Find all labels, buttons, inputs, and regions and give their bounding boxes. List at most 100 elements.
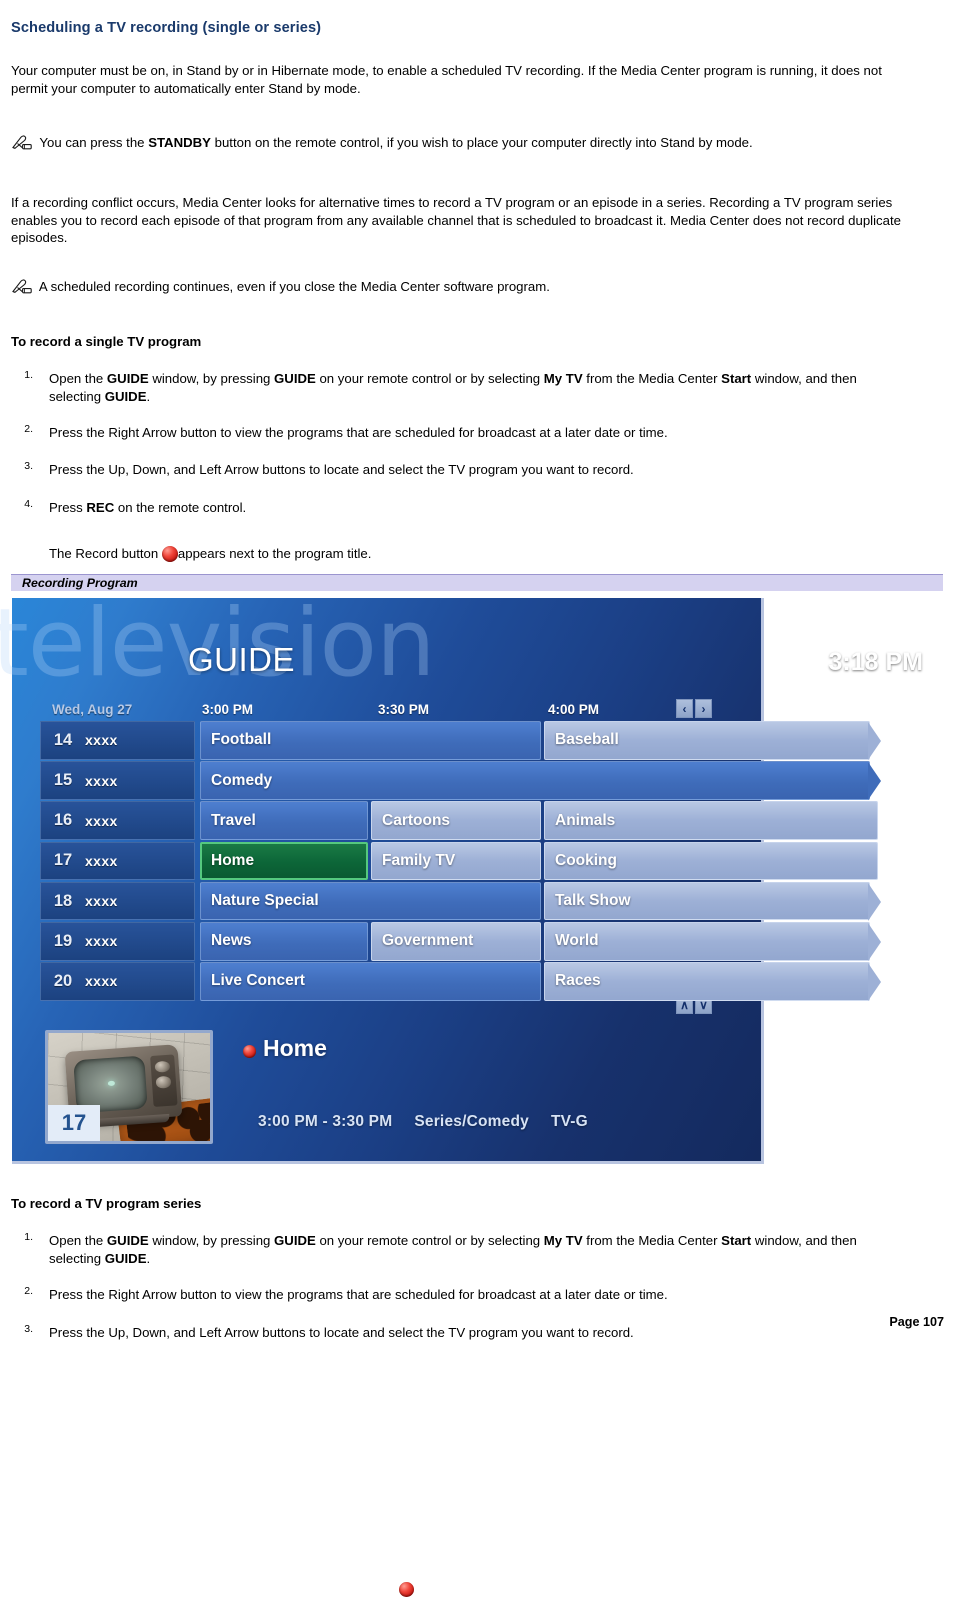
program-cell[interactable]: Animals xyxy=(544,801,878,841)
program-cell[interactable]: Cooking xyxy=(544,841,878,881)
record-dot-shape xyxy=(399,1581,414,1597)
record-dot-icon xyxy=(161,546,178,562)
guide-date-label: Wed, Aug 27 xyxy=(52,702,133,717)
guide-row: 17 xxxx Home Family TV Cooking xyxy=(40,841,878,1597)
record-button-note-before: The Record button xyxy=(49,546,162,561)
channel-cell[interactable]: 14 xxxx xyxy=(40,721,195,760)
chevron-right-icon[interactable]: › xyxy=(695,699,712,718)
channel-number: 16 xyxy=(53,811,73,830)
program-title: Races xyxy=(555,972,601,990)
figure-caption-bar: Recording Program xyxy=(11,574,943,591)
program-cell[interactable]: Talk Show xyxy=(544,881,881,921)
guide-row: 19 xxxx News Government World xyxy=(40,921,881,961)
channel-cell[interactable]: 15 xxxx xyxy=(40,761,195,800)
note-pencil-icon xyxy=(11,135,33,150)
note-2-text: A scheduled recording continues, even if… xyxy=(36,279,550,294)
list-item-text: Open the GUIDE window, by pressing GUIDE… xyxy=(49,371,857,404)
guide-time-label-1: 3:00 PM xyxy=(202,702,254,717)
tv-knob-icon xyxy=(156,1076,172,1089)
channel-callsign: xxxx xyxy=(85,732,118,749)
note-1-text-after: button on the remote control, if you wis… xyxy=(210,135,753,150)
program-title: Cartoons xyxy=(382,811,451,829)
program-title: World xyxy=(555,932,599,950)
program-genre: Series/Comedy xyxy=(414,1113,529,1130)
intro-paragraph-2: If a recording conflict occurs, Media Ce… xyxy=(11,195,901,245)
guide-page-nav: ‹ › xyxy=(676,699,712,718)
program-title: Animals xyxy=(555,811,616,829)
selected-program-title: Home xyxy=(243,1035,327,1062)
page-title: Scheduling a TV recording (single or ser… xyxy=(11,20,322,36)
list-item-number: 1. xyxy=(24,1231,33,1243)
program-title: Talk Show xyxy=(555,892,631,910)
record-button-note: The Record button appears next to the pr… xyxy=(49,545,929,563)
program-title: Government xyxy=(382,932,474,950)
list-item-text: Press the Up, Down, and Left Arrow butto… xyxy=(49,1325,634,1340)
list-item-number: 4. xyxy=(24,498,33,510)
program-cell[interactable]: Comedy xyxy=(200,761,881,800)
list-item-number: 1. xyxy=(24,369,33,381)
program-title: Travel xyxy=(211,811,256,829)
list-item-number: 3. xyxy=(24,460,33,472)
program-title: News xyxy=(211,932,252,950)
tv-control-panel xyxy=(150,1054,178,1107)
note-1-text-before: You can press the xyxy=(36,135,149,150)
program-time-range: 3:00 PM - 3:30 PM xyxy=(258,1113,393,1130)
channel-callsign: xxxx xyxy=(85,933,118,950)
page-number: Page 107 xyxy=(889,1315,944,1329)
program-title: Nature Special xyxy=(211,892,319,910)
record-dot-icon xyxy=(243,1045,256,1058)
guide-row: 20 xxxx Live Concert Races xyxy=(40,962,881,1001)
channel-cell[interactable]: 18 xxxx xyxy=(40,881,195,921)
note-1-bold: STANDBY xyxy=(148,135,211,150)
program-cell[interactable]: Government xyxy=(371,921,541,961)
note-1: You can press the STANDBY button on the … xyxy=(11,134,936,152)
list-item-number: 2. xyxy=(24,423,33,435)
program-cell[interactable]: Live Concert xyxy=(200,962,541,1001)
guide-row: 16 xxxx Travel Cartoons Animals xyxy=(40,801,878,841)
selected-program-meta: 3:00 PM - 3:30 PM Series/Comedy TV-G xyxy=(258,1113,610,1131)
list-item-text: Press the Up, Down, and Left Arrow butto… xyxy=(49,462,634,477)
channel-callsign: xxxx xyxy=(85,893,118,910)
guide-time-label-2: 3:30 PM xyxy=(378,702,430,717)
program-title: Live Concert xyxy=(211,972,305,990)
guide-row: 14 xxxx Football Baseball xyxy=(40,721,881,760)
channel-number: 14 xyxy=(53,730,73,749)
channel-cell[interactable]: 19 xxxx xyxy=(40,921,195,961)
figure-caption-text: Recording Program xyxy=(22,576,138,590)
program-title: Home xyxy=(211,851,255,869)
program-cell[interactable]: Football xyxy=(200,721,541,760)
section-heading-series: To record a TV program series xyxy=(11,1196,202,1211)
selected-program-title-text: Home xyxy=(263,1035,327,1061)
chevron-left-icon[interactable]: ‹ xyxy=(676,699,693,718)
guide-screen-title: GUIDE xyxy=(188,641,296,678)
program-cell[interactable]: Races xyxy=(544,962,881,1001)
document-page: Scheduling a TV recording (single or ser… xyxy=(0,0,954,1597)
channel-number: 15 xyxy=(53,771,73,790)
channel-cell[interactable]: 16 xxxx xyxy=(40,801,195,841)
program-cell[interactable]: Travel xyxy=(200,801,368,841)
program-cell[interactable]: World xyxy=(544,921,881,961)
program-title: Cooking xyxy=(555,851,617,869)
channel-cell[interactable]: 17 xxxx xyxy=(40,841,195,881)
guide-time-label-3: 4:00 PM xyxy=(548,702,600,717)
channel-cell[interactable]: 20 xxxx xyxy=(40,962,195,1001)
program-cell-selected[interactable]: Home xyxy=(200,841,414,1597)
channel-number: 20 xyxy=(53,971,73,990)
channel-callsign: xxxx xyxy=(85,852,118,869)
program-rating: TV-G xyxy=(550,1113,588,1130)
guide-row: 18 xxxx Nature Special Talk Show xyxy=(40,881,881,921)
channel-callsign: xxxx xyxy=(85,812,118,829)
section-heading-single: To record a single TV program xyxy=(11,334,202,349)
program-title: Family TV xyxy=(382,851,456,869)
program-cell[interactable]: News xyxy=(200,921,368,961)
program-cell[interactable]: Baseball xyxy=(544,721,881,760)
guide-row: 15 xxxx Comedy xyxy=(40,761,881,800)
guide-clock: 3:18 PM xyxy=(828,648,923,676)
program-cell[interactable]: Cartoons xyxy=(371,801,541,841)
program-cell[interactable]: Family TV xyxy=(371,841,541,881)
program-cell[interactable]: Nature Special xyxy=(200,881,541,921)
channel-number: 19 xyxy=(53,931,73,950)
note-2: A scheduled recording continues, even if… xyxy=(11,278,936,296)
program-title: Comedy xyxy=(211,771,273,789)
list-item-text: Press REC on the remote control. xyxy=(49,500,247,515)
